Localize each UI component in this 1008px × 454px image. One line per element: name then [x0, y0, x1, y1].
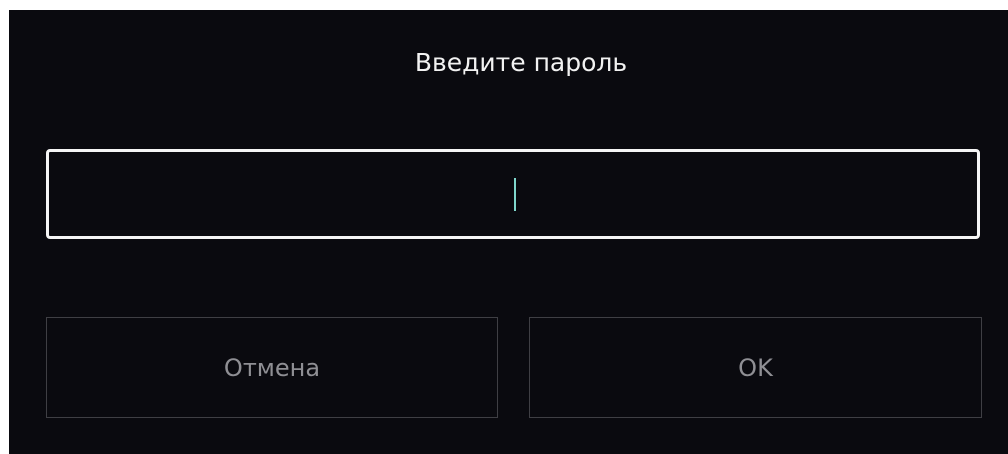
password-input[interactable]	[46, 149, 980, 239]
text-cursor	[514, 178, 516, 211]
dialog-title: Введите пароль	[414, 48, 628, 77]
cancel-button[interactable]: Отмена	[46, 317, 498, 418]
password-dialog: Введите пароль Отмена OK	[9, 10, 1008, 454]
ok-button[interactable]: OK	[529, 317, 982, 418]
